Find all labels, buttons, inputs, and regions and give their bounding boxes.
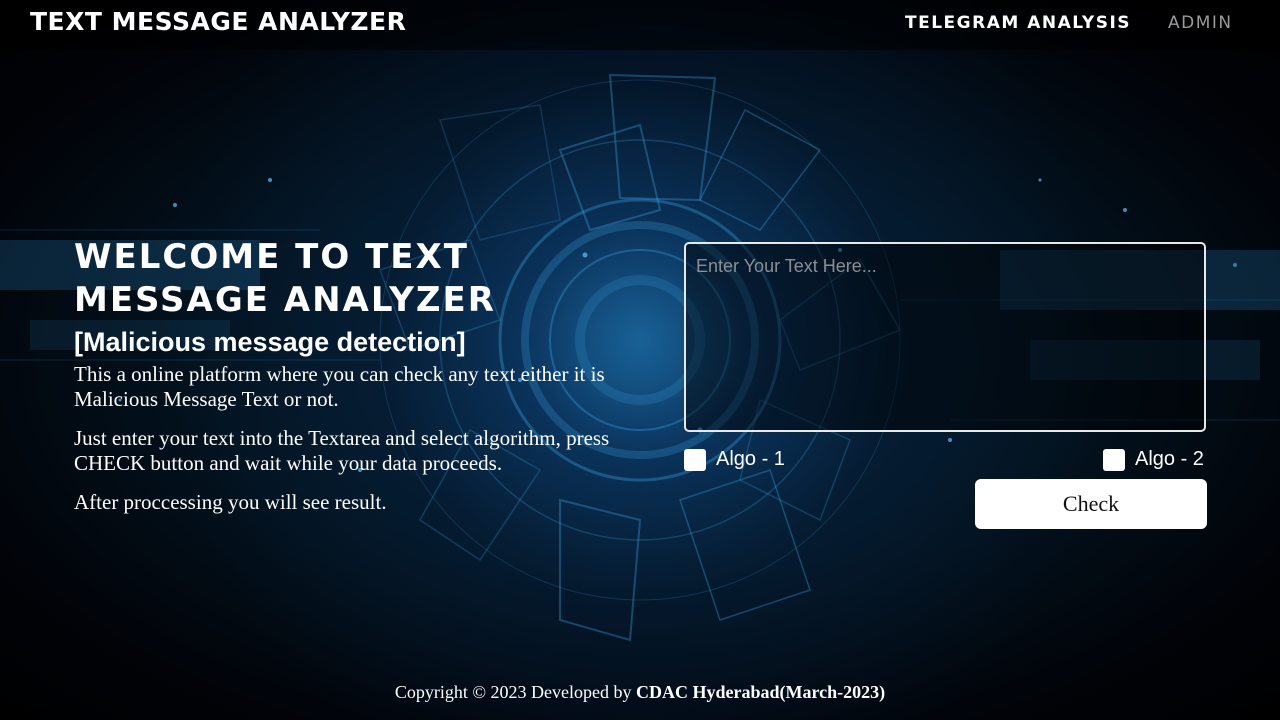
footer-copyright-text: Copyright © 2023 Developed by [394,682,636,702]
nav-telegram-analysis[interactable]: TELEGRAM ANALYSIS [905,13,1131,33]
footer: Copyright © 2023 Developed by CDAC Hyder… [0,682,1280,703]
page-title-line-1: WELCOME TO TEXT [74,237,469,277]
page-subtitle: [Malicious message detection] [74,327,466,357]
algo-2-option[interactable]: Algo - 2 [1103,448,1204,471]
nav-admin[interactable]: ADMIN [1168,13,1233,33]
brand-logo-link[interactable]: TEXT MESSAGE ANALYZER [30,7,406,36]
intro-paragraph-1: This a online platform where you can che… [74,362,605,411]
algo-2-label: Algo - 2 [1135,448,1204,470]
navbar: TEXT MESSAGE ANALYZER TELEGRAM ANALYSIS … [0,0,1280,50]
algo-1-option[interactable]: Algo - 1 [684,448,785,471]
message-text-input[interactable] [684,242,1206,432]
page-title: WELCOME TO TEXT MESSAGE ANALYZER [74,236,614,322]
intro-paragraph-2: Just enter your text into the Textarea a… [74,426,610,475]
footer-org-name: CDAC Hyderabad(March-2023) [636,682,886,702]
check-button[interactable]: Check [975,479,1207,529]
algo-2-checkbox[interactable] [1103,448,1125,471]
intro-paragraph-3: After proccessing you will see result. [74,490,387,514]
page-title-line-2: MESSAGE ANALYZER [74,280,496,320]
intro-section: WELCOME TO TEXT MESSAGE ANALYZER [Malici… [74,236,614,515]
algo-1-checkbox[interactable] [684,448,706,471]
algo-1-label: Algo - 1 [716,448,785,470]
